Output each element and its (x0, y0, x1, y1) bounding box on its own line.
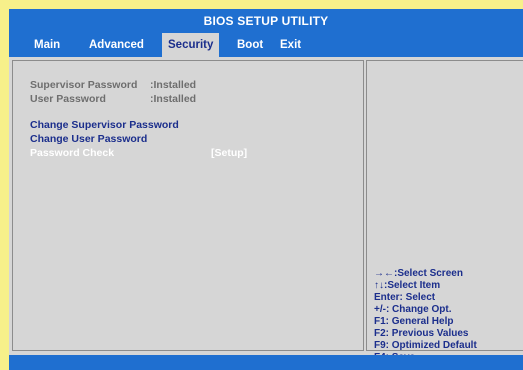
supervisor-password-status: Supervisor Password :Installed (30, 79, 196, 91)
bios-window: BIOS SETUP UTILITY Main Advanced Securit… (9, 9, 523, 370)
tab-security[interactable]: Security (162, 33, 220, 57)
tab-bar: Main Advanced Security Boot Exit (9, 33, 523, 57)
help-enter: Enter: Select (374, 292, 436, 303)
supervisor-password-label: Supervisor Password (30, 79, 138, 91)
supervisor-password-value: :Installed (150, 79, 197, 91)
password-check-label: Password Check (30, 147, 115, 159)
tab-boot[interactable]: Boot (237, 33, 263, 57)
help-pane: →←:Select Screen ↑↓:Select Item Enter: S… (366, 60, 523, 363)
content-panel: Supervisor Password :Installed User Pass… (9, 57, 523, 363)
help-optimized-default: F9: Optimized Default (374, 340, 477, 351)
change-user-password-item[interactable]: Change User Password (30, 133, 147, 145)
password-check-item[interactable]: Password Check [Setup] (30, 147, 247, 159)
password-check-value[interactable]: [Setup] (211, 147, 247, 159)
change-supervisor-password-item[interactable]: Change Supervisor Password (30, 119, 179, 131)
help-change-opt: +/-: Change Opt. (374, 304, 452, 315)
tab-advanced[interactable]: Advanced (89, 33, 144, 57)
user-password-value: :Installed (150, 93, 197, 105)
help-select-item: ↑↓:Select Item (374, 280, 441, 291)
user-password-label: User Password (30, 93, 106, 105)
tab-exit[interactable]: Exit (280, 33, 301, 57)
help-previous-values: F2: Previous Values (374, 328, 469, 339)
help-general: F1: General Help (374, 316, 454, 327)
title-bar: BIOS SETUP UTILITY Main Advanced Securit… (9, 9, 523, 57)
bottom-bar (9, 355, 523, 370)
help-select-screen: →←:Select Screen (374, 268, 463, 279)
tab-main[interactable]: Main (34, 33, 60, 57)
app-title: BIOS SETUP UTILITY (203, 14, 329, 28)
user-password-status: User Password :Installed (30, 93, 196, 105)
settings-pane: Supervisor Password :Installed User Pass… (12, 60, 364, 351)
